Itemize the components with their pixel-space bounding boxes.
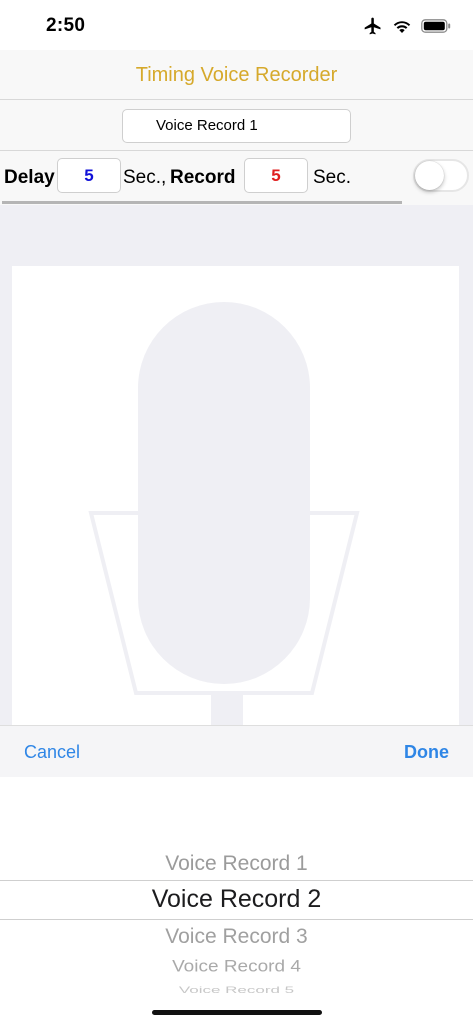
status-icons (363, 16, 451, 41)
done-button[interactable]: Done (404, 742, 449, 763)
picker-item[interactable]: Voice Record 1 (0, 852, 473, 876)
toggle-knob (415, 161, 444, 190)
recording-progress-bar (2, 201, 402, 204)
picker-selection-bottom-line (0, 919, 473, 920)
record-unit-label: Sec. (313, 167, 352, 188)
airplane-icon (363, 16, 383, 41)
timer-toggle[interactable] (413, 159, 469, 192)
wifi-icon (392, 18, 412, 39)
picker-item-selected[interactable]: Voice Record 2 (0, 885, 473, 914)
picker-selection-top-line (0, 880, 473, 881)
picker-item[interactable]: Voice Record 5 (0, 985, 473, 996)
picker-item[interactable]: Voice Record 4 (0, 958, 473, 977)
record-picker[interactable]: Voice Record 1 Voice Record 2 Voice Reco… (0, 777, 473, 1024)
battery-icon (421, 19, 451, 38)
record-label: Record (170, 167, 236, 188)
record-name-row: Voice Record 1 (0, 100, 473, 151)
delay-unit-label: Sec., (123, 167, 167, 188)
delay-label: Delay (4, 167, 55, 188)
microphone-panel[interactable] (12, 266, 459, 725)
picker-toolbar: Cancel Done (0, 725, 473, 777)
delay-seconds-field[interactable]: 5 (57, 158, 121, 193)
record-name-field[interactable]: Voice Record 1 (122, 109, 351, 143)
picker-item[interactable]: Voice Record 3 (0, 925, 473, 949)
page-title: Timing Voice Recorder (135, 64, 338, 86)
cancel-button[interactable]: Cancel (24, 742, 80, 763)
status-time: 2:50 (46, 15, 86, 36)
home-indicator[interactable] (152, 1010, 322, 1015)
status-bar: 2:50 (0, 0, 473, 50)
timing-row: Delay 5 Sec., Record 5 Sec. (0, 151, 473, 205)
microphone-icon (88, 302, 360, 725)
record-seconds-field[interactable]: 5 (244, 158, 308, 193)
navigation-bar: Timing Voice Recorder (0, 50, 473, 100)
